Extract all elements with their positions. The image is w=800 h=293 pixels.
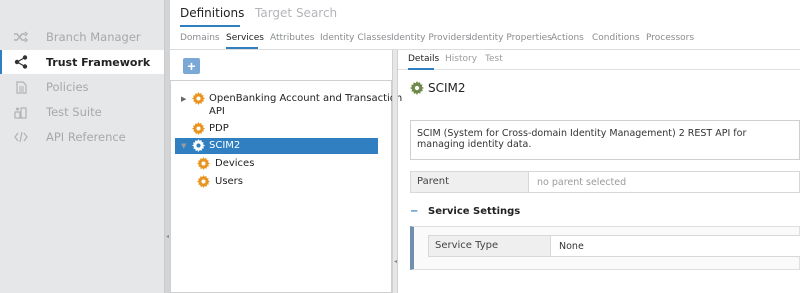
sidebar-item-api-reference[interactable]: API Reference [0, 125, 164, 149]
sidebar-item-trust-framework[interactable]: Trust Framework [0, 50, 164, 74]
section-title: Service Settings [428, 206, 521, 217]
description-field[interactable]: SCIM (System for Cross-domain Identity M… [410, 120, 800, 160]
tab-attributes[interactable]: Attributes [270, 33, 314, 43]
sidebar-item-branch-manager[interactable]: Branch Manager [0, 25, 164, 49]
active-tab-indicator [180, 25, 240, 27]
tree-item-label-continued: API [209, 106, 225, 117]
parent-label: Parent [411, 172, 529, 192]
collapse-arrow-icon: ◂ [166, 233, 170, 240]
resize-grip-icon: ◂ [394, 258, 398, 265]
tab-target-search[interactable]: Target Search [255, 6, 337, 20]
tab-processors[interactable]: Processors [646, 33, 694, 43]
shuffle-icon [14, 30, 28, 44]
collapse-icon[interactable]: − [410, 206, 418, 217]
gear-icon [192, 122, 205, 135]
services-tree: ▶ OpenBanking Account and Transaction AP… [170, 80, 402, 293]
detail-tabs: Details History Test [398, 50, 800, 70]
share-nodes-icon [14, 55, 28, 69]
service-type-label: Service Type [429, 236, 551, 256]
panel-resize-handle[interactable]: ◂ [392, 50, 398, 293]
gear-icon [197, 175, 210, 188]
tree-item-label: OpenBanking Account and Transaction [209, 93, 403, 104]
code-icon [14, 130, 28, 144]
tree-toolbar: + [170, 50, 392, 80]
top-tabs: Definitions Target Search [170, 0, 800, 28]
tree-item-label: SCIM2 [209, 140, 241, 151]
tab-identity-properties[interactable]: Identity Properties [469, 33, 552, 43]
tab-history[interactable]: History [445, 54, 477, 64]
sidebar-item-label: Policies [46, 80, 89, 94]
service-settings-body: Service Type None [410, 226, 800, 270]
test-suite-icon [14, 105, 28, 119]
service-type-select[interactable]: None [559, 241, 584, 252]
tab-identity-classes[interactable]: Identity Classes [320, 33, 391, 43]
sidebar-item-label: Test Suite [46, 105, 102, 119]
tree-item-label: PDP [209, 123, 229, 134]
tab-definitions[interactable]: Definitions [180, 6, 244, 20]
gear-icon [410, 81, 424, 95]
tab-domains[interactable]: Domains [180, 33, 220, 43]
tab-test[interactable]: Test [485, 54, 503, 64]
add-service-button[interactable]: + [183, 58, 200, 74]
gear-icon [192, 139, 205, 152]
tree-item-users[interactable]: Users [197, 174, 377, 189]
document-icon [14, 80, 28, 94]
gear-icon [192, 92, 205, 105]
tree-item-scim2[interactable]: ▼ SCIM2 [175, 138, 378, 154]
tab-identity-providers[interactable]: Identity Providers [391, 33, 470, 43]
sidebar: Branch Manager Trust Framework Policies … [0, 0, 164, 293]
collapse-caret-icon[interactable]: ▼ [181, 142, 186, 150]
gear-icon [197, 157, 210, 170]
service-type-row: Service Type None [428, 235, 800, 257]
tree-item-pdp[interactable]: PDP [181, 121, 386, 136]
active-detail-tab-indicator [408, 68, 434, 70]
tree-item-devices[interactable]: Devices [197, 156, 377, 171]
sub-tabs: Domains Services Attributes Identity Cla… [170, 28, 800, 50]
tree-item-label: Devices [215, 158, 255, 169]
tab-actions[interactable]: Actions [551, 33, 584, 43]
sidebar-item-test-suite[interactable]: Test Suite [0, 100, 164, 124]
active-subtab-indicator [226, 47, 258, 49]
sidebar-item-policies[interactable]: Policies [0, 75, 164, 99]
sidebar-item-label: Branch Manager [46, 30, 141, 44]
tree-item-label: Users [215, 176, 244, 187]
sidebar-item-label: Trust Framework [46, 55, 151, 69]
tree-item-openbanking[interactable]: ▶ OpenBanking Account and Transaction AP… [181, 91, 402, 119]
parent-field-row: Parent no parent selected [410, 171, 800, 193]
tab-conditions[interactable]: Conditions [592, 33, 640, 43]
parent-select[interactable]: no parent selected [537, 177, 626, 188]
page-title: SCIM2 [428, 81, 466, 95]
sidebar-item-label: API Reference [46, 130, 126, 144]
tab-details[interactable]: Details [408, 54, 439, 64]
tab-services[interactable]: Services [226, 33, 264, 43]
expand-caret-icon[interactable]: ▶ [181, 95, 186, 103]
